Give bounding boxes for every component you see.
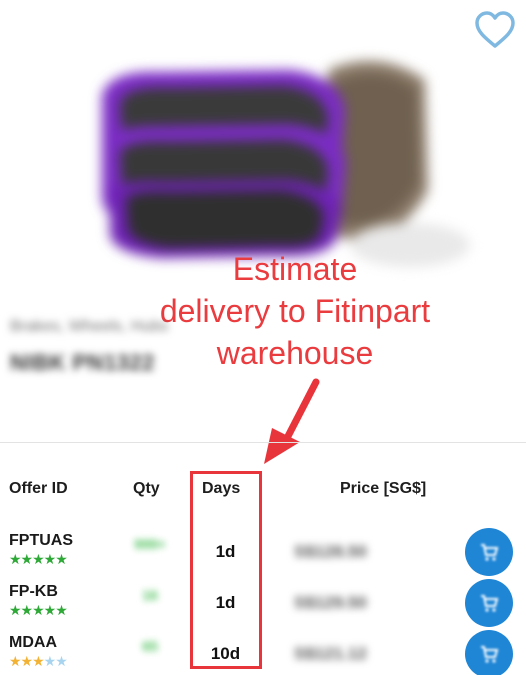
offer-days: 1d — [215, 593, 236, 612]
delivery-estimate-callout: Estimate delivery to Fitinpart warehouse — [120, 248, 470, 374]
seller-rating-stars: ★★★★★ — [9, 551, 68, 567]
offer-row: MDAA ★★★★★ 65 10d S$121.12 — [0, 630, 526, 675]
product-image — [80, 40, 480, 270]
offer-id: FPTUAS — [9, 532, 73, 549]
cart-icon — [481, 646, 499, 663]
product-name: NIBK PN1322 — [10, 350, 155, 375]
offer-price: S$121.12 — [294, 644, 367, 663]
offer-row: FP-KB ★★★★★ 16 1d S$129.50 — [0, 579, 526, 635]
annotation-arrow-icon — [254, 372, 334, 472]
product-info: Brakes, Wheels, Hubs NIBK PN1322 — [10, 318, 168, 376]
star-full-icon: ★★★★★ — [9, 551, 68, 567]
offer-price: S$129.50 — [294, 593, 367, 612]
cart-icon — [481, 544, 499, 561]
offer-days: 10d — [210, 644, 241, 663]
column-header-offer-id: Offer ID — [9, 480, 68, 497]
add-to-cart-button[interactable] — [465, 630, 513, 675]
seller-rating-stars: ★★★★★ — [9, 602, 68, 618]
offer-qty: 999+ — [134, 536, 166, 552]
seller-rating-stars: ★★★★★ — [9, 653, 68, 669]
product-category: Brakes, Wheels, Hubs — [10, 318, 169, 335]
offer-days: 1d — [215, 542, 236, 561]
callout-line-2: delivery to Fitinpart — [159, 293, 431, 329]
add-to-cart-button[interactable] — [465, 528, 513, 576]
star-full-icon: ★★★ — [9, 653, 45, 669]
offer-price: S$128.50 — [294, 542, 367, 561]
column-header-days: Days — [202, 480, 241, 497]
star-full-icon: ★★★★★ — [9, 602, 68, 618]
callout-line-1: Estimate — [232, 251, 358, 287]
column-header-qty: Qty — [133, 480, 160, 497]
star-empty-icon: ★★ — [43, 653, 68, 669]
offer-id: FP-KB — [9, 583, 58, 600]
add-to-cart-button[interactable] — [465, 579, 513, 627]
offer-qty: 16 — [142, 587, 158, 603]
callout-line-3: warehouse — [216, 335, 374, 371]
cart-icon — [481, 595, 499, 612]
column-header-price: Price [SG$] — [340, 480, 427, 497]
offer-qty: 65 — [142, 638, 158, 654]
wishlist-heart-icon[interactable] — [474, 10, 516, 50]
offer-row: FPTUAS ★★★★★ 999+ 1d S$128.50 — [0, 528, 526, 584]
offer-id: MDAA — [9, 634, 57, 651]
section-divider — [0, 442, 526, 443]
